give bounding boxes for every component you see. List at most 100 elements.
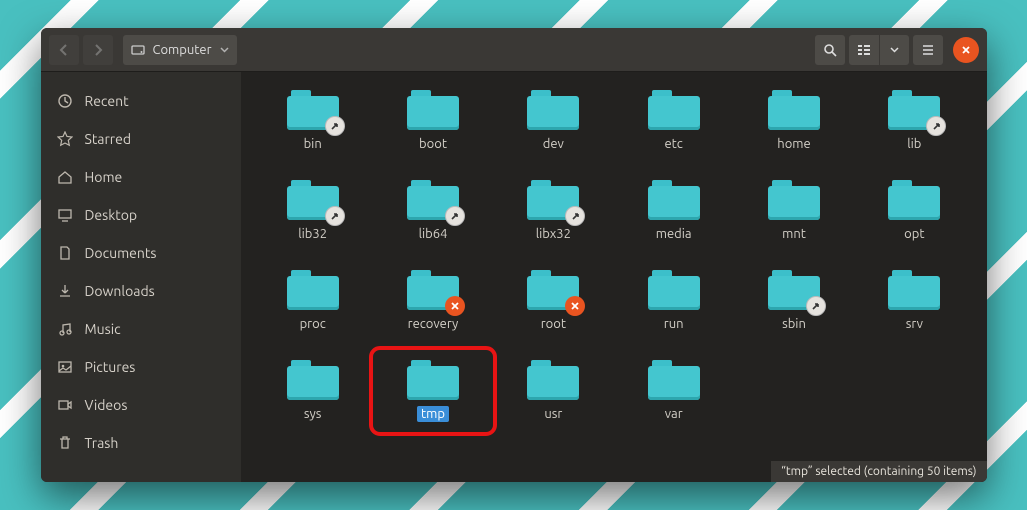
sidebar-item-documents[interactable]: Documents — [41, 234, 241, 272]
location-button[interactable]: Computer — [123, 35, 237, 65]
list-view-icon — [857, 43, 871, 57]
disk-icon — [131, 43, 145, 57]
folder-item-lib[interactable]: lib — [858, 84, 970, 158]
folder-label: home — [773, 136, 814, 152]
folder-item-dev[interactable]: dev — [497, 84, 609, 158]
folder-icon — [768, 270, 820, 310]
symlink-badge-icon — [325, 206, 345, 226]
pictures-icon — [57, 359, 73, 375]
sidebar-item-label: Videos — [85, 397, 128, 413]
sidebar-item-label: Downloads — [85, 283, 155, 299]
sidebar-item-label: Desktop — [85, 207, 138, 223]
location-label: Computer — [153, 43, 212, 57]
file-manager-window: Computer — [41, 28, 987, 482]
folder-item-lib32[interactable]: lib32 — [257, 174, 369, 248]
folder-item-lib64[interactable]: lib64 — [377, 174, 489, 248]
folder-item-mnt[interactable]: mnt — [738, 174, 850, 248]
close-icon — [961, 45, 971, 55]
folder-label: recovery — [404, 316, 463, 332]
no-access-badge-icon — [565, 296, 585, 316]
view-mode-button[interactable] — [849, 35, 879, 65]
toolbar: Computer — [41, 28, 987, 72]
hamburger-menu-button[interactable] — [913, 35, 943, 65]
symlink-badge-icon — [325, 116, 345, 136]
folder-item-var[interactable]: var — [618, 354, 730, 428]
folder-item-proc[interactable]: proc — [257, 264, 369, 338]
trash-icon — [57, 435, 73, 451]
folder-item-opt[interactable]: opt — [858, 174, 970, 248]
folder-icon — [527, 90, 579, 130]
folder-label: srv — [902, 316, 927, 332]
folder-icon — [648, 180, 700, 220]
folder-item-home[interactable]: home — [738, 84, 850, 158]
folder-item-tmp[interactable]: tmp — [377, 354, 489, 428]
sidebar-item-label: Pictures — [85, 359, 136, 375]
sidebar-item-videos[interactable]: Videos — [41, 386, 241, 424]
folder-label: sys — [300, 406, 326, 422]
folder-icon — [527, 360, 579, 400]
folder-item-libx32[interactable]: libx32 — [497, 174, 609, 248]
folder-item-recovery[interactable]: recovery — [377, 264, 489, 338]
sidebar-item-label: Music — [85, 321, 121, 337]
menu-icon — [921, 43, 935, 57]
no-access-badge-icon — [445, 296, 465, 316]
folder-icon — [648, 90, 700, 130]
folder-label: run — [660, 316, 688, 332]
symlink-badge-icon — [926, 116, 946, 136]
folder-label: usr — [540, 406, 566, 422]
nav-forward-button[interactable] — [83, 35, 113, 65]
sidebar-item-trash[interactable]: Trash — [41, 424, 241, 462]
window-close-button[interactable] — [953, 37, 979, 63]
sidebar-item-label: Trash — [85, 435, 119, 451]
folder-item-sys[interactable]: sys — [257, 354, 369, 428]
folder-icon — [407, 270, 459, 310]
sidebar-item-music[interactable]: Music — [41, 310, 241, 348]
folder-icon — [407, 180, 459, 220]
view-options-button[interactable] — [879, 35, 909, 65]
folder-icon — [527, 180, 579, 220]
folder-icon — [407, 90, 459, 130]
folder-icon — [407, 360, 459, 400]
folder-item-bin[interactable]: bin — [257, 84, 369, 158]
symlink-badge-icon — [806, 296, 826, 316]
videos-icon — [57, 397, 73, 413]
downloads-icon — [57, 283, 73, 299]
sidebar-item-starred[interactable]: Starred — [41, 120, 241, 158]
folder-label: bin — [300, 136, 326, 152]
folder-item-media[interactable]: media — [618, 174, 730, 248]
folder-label: dev — [539, 136, 568, 152]
sidebar-item-label: Documents — [85, 245, 157, 261]
sidebar-item-label: Home — [85, 169, 123, 185]
search-button[interactable] — [815, 35, 845, 65]
folder-grid: bin boot dev etc home lib lib32 lib64 libx32 medi… — [257, 84, 971, 428]
folder-item-root[interactable]: root — [497, 264, 609, 338]
status-bar: “tmp” selected (containing 50 items) — [771, 461, 986, 482]
sidebar-item-home[interactable]: Home — [41, 158, 241, 196]
folder-icon — [888, 180, 940, 220]
folder-icon — [888, 270, 940, 310]
sidebar-item-pictures[interactable]: Pictures — [41, 348, 241, 386]
folder-item-sbin[interactable]: sbin — [738, 264, 850, 338]
folder-label: mnt — [778, 226, 810, 242]
content-pane[interactable]: bin boot dev etc home lib lib32 lib64 libx32 medi… — [241, 72, 987, 482]
star-icon — [57, 131, 73, 147]
folder-item-run[interactable]: run — [618, 264, 730, 338]
folder-item-boot[interactable]: boot — [377, 84, 489, 158]
folder-label: proc — [296, 316, 330, 332]
folder-icon — [287, 180, 339, 220]
folder-item-etc[interactable]: etc — [618, 84, 730, 158]
folder-label: lib32 — [294, 226, 331, 242]
sidebar-item-downloads[interactable]: Downloads — [41, 272, 241, 310]
nav-back-button[interactable] — [49, 35, 79, 65]
folder-item-usr[interactable]: usr — [497, 354, 609, 428]
folder-label: libx32 — [532, 226, 575, 242]
sidebar-item-label: Starred — [85, 131, 132, 147]
window-body: Recent Starred Home Desktop Documents Downloa… — [41, 72, 987, 482]
sidebar-item-desktop[interactable]: Desktop — [41, 196, 241, 234]
folder-label: root — [537, 316, 570, 332]
folder-icon — [888, 90, 940, 130]
folder-item-srv[interactable]: srv — [858, 264, 970, 338]
sidebar-item-recent[interactable]: Recent — [41, 82, 241, 120]
home-icon — [57, 169, 73, 185]
folder-icon — [648, 270, 700, 310]
